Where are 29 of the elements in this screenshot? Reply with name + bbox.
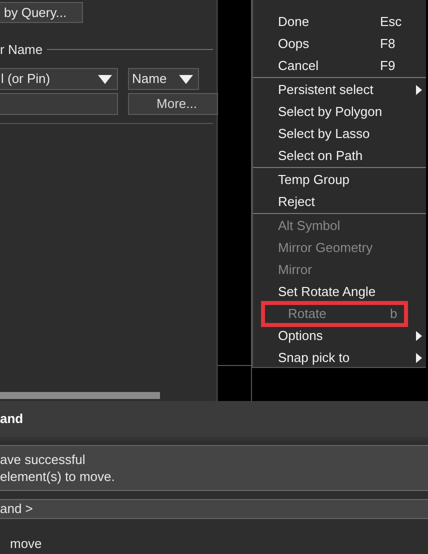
message-line: element(s) to move.: [0, 468, 116, 485]
submenu-arrow-icon: [416, 353, 422, 363]
panel-title: and: [0, 410, 24, 428]
dropdown-caret-icon: [179, 74, 193, 84]
group-label: r Name: [0, 41, 44, 59]
menu-item[interactable]: Reject: [253, 191, 426, 213]
submenu-arrow-icon: [416, 331, 422, 341]
submenu-arrow-icon: [416, 85, 422, 95]
menu-item[interactable]: Oops F8: [253, 33, 426, 55]
menu-item[interactable]: Select on Path: [253, 145, 426, 167]
menu-item[interactable]: Options: [253, 325, 426, 347]
menu-item[interactable]: Cancel F9: [253, 55, 426, 77]
name-field[interactable]: [0, 93, 118, 115]
query-button[interactable]: by Query...: [0, 2, 83, 23]
status-text: move: [10, 534, 42, 552]
command-prompt[interactable]: and >: [0, 499, 428, 519]
message-line: ave successful: [0, 451, 86, 468]
menu-item[interactable]: Snap pick to: [253, 347, 426, 369]
dropdown-caret-icon: [98, 74, 112, 84]
type-dropdown[interactable]: l (or Pin): [0, 68, 118, 90]
menu-item[interactable]: Persistent select: [253, 79, 426, 101]
menu-item[interactable]: Temp Group: [253, 169, 426, 191]
menu-item[interactable]: Select by Polygon: [253, 101, 426, 123]
menu-item[interactable]: Set Rotate Angle: [253, 281, 426, 303]
field-dropdown[interactable]: Name: [128, 68, 199, 90]
more-button[interactable]: More...: [128, 93, 218, 115]
menu-item[interactable]: Select by Lasso: [253, 123, 426, 145]
scrollbar-thumb[interactable]: [0, 392, 160, 399]
menu-item[interactable]: Done Esc: [253, 11, 426, 33]
